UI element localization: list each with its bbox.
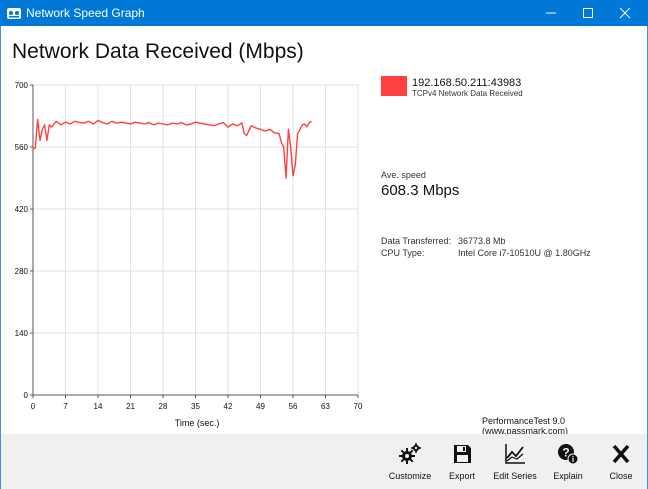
save-disk-icon <box>454 445 471 463</box>
y-tick-label: 280 <box>15 267 29 276</box>
plot-area <box>32 84 359 396</box>
minimize-icon <box>546 12 556 14</box>
x-tick-label: 56 <box>289 402 298 411</box>
window-title: Network Speed Graph <box>26 6 145 20</box>
x-tick-label: 49 <box>256 402 265 411</box>
passmark-app-icon <box>6 5 22 21</box>
close-icon <box>619 7 631 19</box>
maximize-button[interactable] <box>571 0 605 26</box>
close-x-icon <box>612 444 630 464</box>
export-button[interactable]: Export <box>436 440 488 484</box>
y-tick-label: 420 <box>15 205 29 214</box>
series-line <box>32 118 312 179</box>
legend-color-swatch[interactable] <box>381 76 407 96</box>
svg-text:i: i <box>572 455 574 464</box>
network-speed-chart: 0 7 14 21 28 35 42 49 56 63 700140280420560700 Tim… <box>15 81 363 428</box>
minimize-button[interactable] <box>534 0 568 26</box>
data-transferred-label: Data Transferred: <box>381 236 452 246</box>
data-transferred-value: 36773.8 Mb <box>458 236 506 246</box>
chart-series <box>32 118 312 179</box>
x-tick-label: 21 <box>126 402 135 411</box>
cpu-type-label: CPU Type: <box>381 248 425 258</box>
title-bar[interactable]: Network Speed Graph <box>0 0 648 26</box>
close-label: Close <box>609 471 633 481</box>
y-tick-label: 700 <box>15 81 29 90</box>
x-tick-label: 42 <box>224 402 233 411</box>
x-axis-label: Time (sec.) <box>175 418 220 428</box>
gears-icon <box>399 443 421 464</box>
chart-grid <box>32 84 359 396</box>
x-tick-label: 0 <box>31 402 36 411</box>
x-tick-label: 28 <box>159 402 168 411</box>
edit-series-label: Edit Series <box>493 471 537 481</box>
passmark-credit: PerformanceTest 9.0 (www.passmark.com) <box>482 416 569 436</box>
x-tick-label: 70 <box>354 402 363 411</box>
legend-series-name: 192.168.50.211:43983 <box>412 77 522 89</box>
x-tick-label: 63 <box>321 402 330 411</box>
y-tick-label: 560 <box>15 143 29 152</box>
maximize-icon <box>583 8 593 18</box>
x-tick-label: 14 <box>94 402 103 411</box>
average-speed-value: 608.3 Mbps <box>381 182 460 199</box>
help-icon: ? i <box>558 444 579 465</box>
y-tick-label: 0 <box>24 391 29 400</box>
chart-axes: 0 7 14 21 28 35 42 49 56 63 700140280420560700 <box>15 81 363 411</box>
export-label: Export <box>448 471 475 481</box>
line-chart-icon <box>505 444 525 464</box>
close-window-button[interactable] <box>608 0 642 26</box>
y-tick-label: 140 <box>15 329 29 338</box>
edit-series-button[interactable]: Edit Series <box>489 440 541 484</box>
average-speed-label: Ave. speed <box>381 170 426 180</box>
x-tick-label: 35 <box>191 402 200 411</box>
explain-button[interactable]: ? i Explain <box>542 440 594 484</box>
close-button[interactable]: Close <box>595 440 647 484</box>
customize-button[interactable]: Customize <box>384 440 436 484</box>
explain-label: Explain <box>553 471 583 481</box>
customize-label: Customize <box>388 471 432 481</box>
graph-heading: Network Data Received (Mbps) <box>12 40 304 63</box>
legend-series-subtitle: TCPv4 Network Data Received <box>412 89 523 98</box>
window-border-left <box>0 26 1 489</box>
cpu-type-value: Intel Core i7-10510U @ 1.80GHz <box>458 248 591 258</box>
x-tick-label: 7 <box>63 402 68 411</box>
